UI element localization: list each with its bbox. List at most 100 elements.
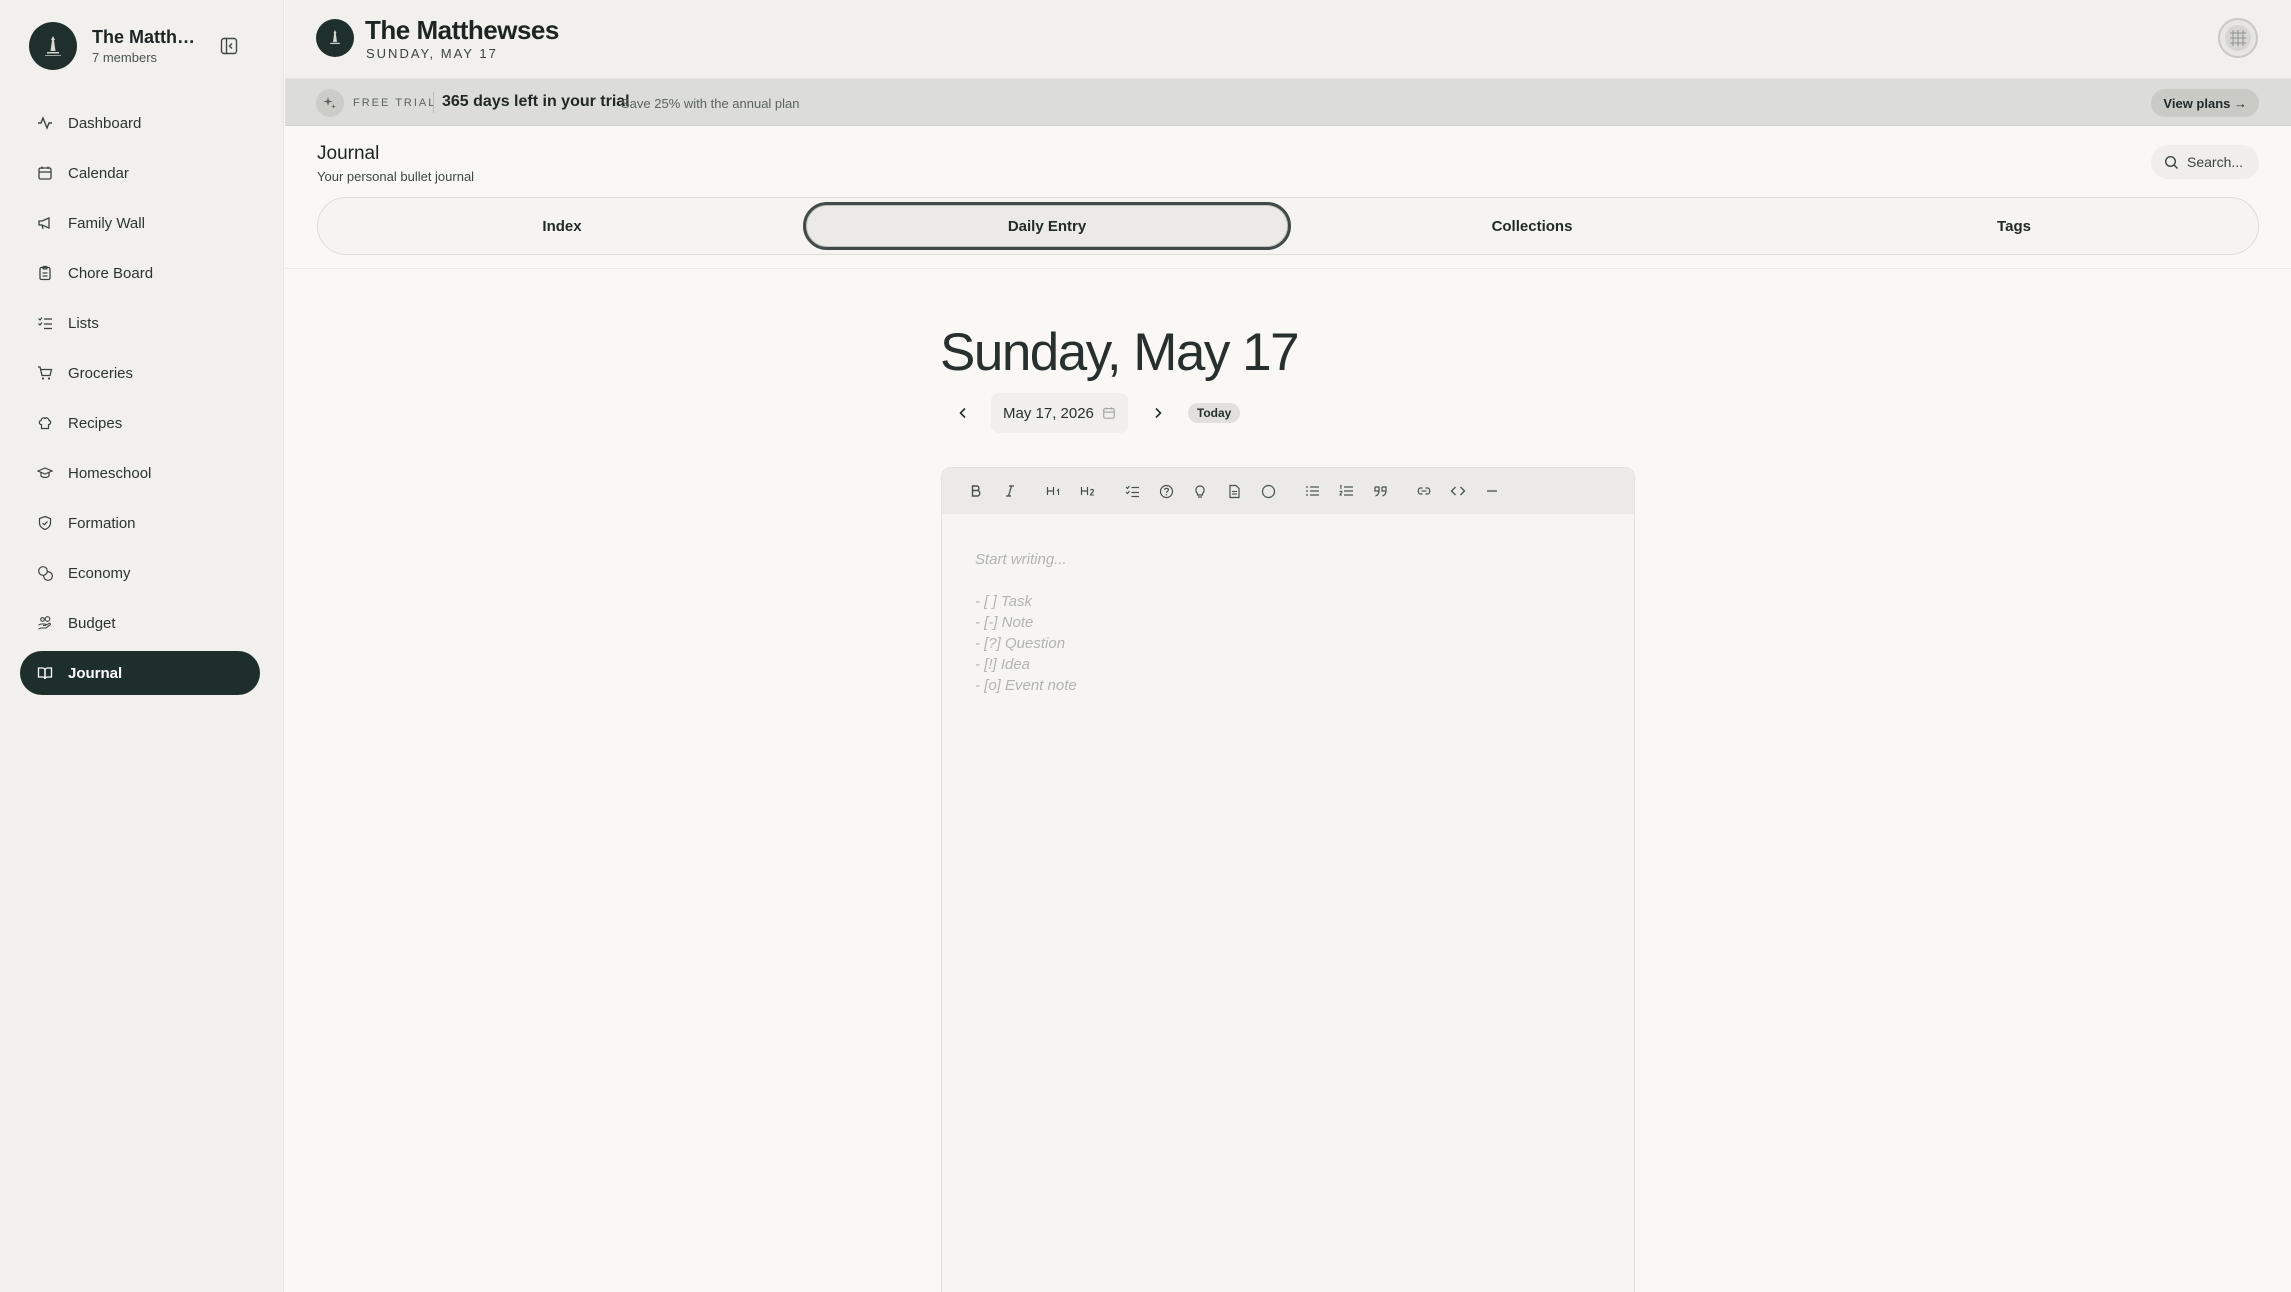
search-button[interactable]: Search... (2151, 145, 2259, 179)
hand-coins-icon (36, 614, 54, 632)
quote-icon (1373, 486, 1387, 497)
journal-tabs: Index Daily Entry Collections Tags (317, 197, 2259, 255)
sidebar-item-chore-board[interactable]: Chore Board (20, 251, 260, 295)
sidebar-item-journal[interactable]: Journal (20, 651, 260, 695)
coins-icon (36, 564, 54, 582)
sidebar-item-label: Economy (68, 564, 131, 582)
current-date: SUNDAY, MAY 17 (366, 46, 498, 61)
divider-button[interactable] (1475, 474, 1509, 508)
clipboard-icon (36, 264, 54, 282)
italic-icon (1006, 485, 1014, 497)
sidebar-item-recipes[interactable]: Recipes (20, 401, 260, 445)
trial-tag: FREE TRIAL (353, 97, 437, 109)
help-circle-icon (1159, 484, 1173, 498)
megaphone-icon (36, 214, 54, 232)
code-button[interactable] (1441, 474, 1475, 508)
event-button[interactable] (1251, 474, 1285, 508)
tab-daily-entry[interactable]: Daily Entry (803, 202, 1291, 250)
view-plans-button[interactable]: View plans → (2151, 89, 2259, 117)
today-button[interactable]: Today (1187, 403, 1241, 423)
sidebar-item-calendar[interactable]: Calendar (20, 151, 260, 195)
sidebar-item-dashboard[interactable]: Dashboard (20, 101, 260, 145)
divider (285, 268, 2291, 269)
collapse-sidebar-button[interactable] (218, 35, 240, 57)
heading-2-button[interactable] (1071, 474, 1105, 508)
italic-button[interactable] (993, 474, 1027, 508)
heading-1-icon (1046, 487, 1060, 495)
bullet-list-button[interactable] (1295, 474, 1329, 508)
heading-1-button[interactable] (1037, 474, 1071, 508)
file-text-icon (1228, 484, 1240, 498)
sidebar-item-economy[interactable]: Economy (20, 551, 260, 595)
bold-button[interactable] (959, 474, 993, 508)
list-checks-icon (36, 314, 54, 332)
avatar-pattern-icon (2225, 25, 2251, 51)
date-navigation: May 17, 2026 Today (947, 393, 1241, 433)
page-title: The Matthewses (365, 15, 559, 45)
question-button[interactable] (1149, 474, 1183, 508)
sidebar-item-label: Lists (68, 314, 99, 332)
sparkle-icon (316, 89, 344, 117)
chevron-right-icon (1155, 407, 1162, 419)
date-value: May 17, 2026 (1003, 404, 1094, 422)
sidebar-item-budget[interactable]: Budget (20, 601, 260, 645)
top-header: The Matthewses SUNDAY, MAY 17 (285, 0, 2291, 79)
user-avatar[interactable] (2218, 18, 2258, 58)
sidebar-item-homeschool[interactable]: Homeschool (20, 451, 260, 495)
link-icon (1417, 487, 1431, 495)
bold-icon (971, 485, 981, 497)
link-button[interactable] (1407, 474, 1441, 508)
tab-tags[interactable]: Tags (1773, 202, 2255, 250)
next-day-button[interactable] (1142, 397, 1174, 429)
lighthouse-logo-icon (45, 36, 61, 56)
editor-placeholder: Start writing... - [ ] Task - [-] Note -… (975, 549, 1077, 696)
member-count: 7 members (92, 50, 158, 65)
tab-index[interactable]: Index (321, 202, 803, 250)
search-icon (2164, 155, 2178, 169)
placeholder-line: - [-] Note (975, 614, 1034, 631)
heading-2-icon (1080, 487, 1095, 496)
note-button[interactable] (1217, 474, 1251, 508)
cart-icon (36, 364, 54, 382)
sidebar-item-label: Formation (68, 514, 136, 532)
entry-heading: Sunday, May 17 (940, 323, 1300, 382)
family-avatar (316, 19, 354, 57)
trial-save-note: Save 25% with the annual plan (621, 96, 800, 111)
family-logo (29, 22, 77, 70)
family-name: The Matthe... (92, 27, 198, 47)
sidebar-item-label: Homeschool (68, 464, 152, 482)
list-checks-icon (1125, 485, 1139, 498)
sidebar-item-label: Dashboard (68, 114, 142, 132)
code-icon (1450, 486, 1466, 496)
task-list-button[interactable] (1115, 474, 1149, 508)
circle-icon (1261, 484, 1275, 498)
sidebar-item-groceries[interactable]: Groceries (20, 351, 260, 395)
placeholder-line: - [ ] Task (975, 593, 1032, 610)
idea-button[interactable] (1183, 474, 1217, 508)
date-picker[interactable]: May 17, 2026 (991, 393, 1128, 433)
sidebar-item-formation[interactable]: Formation (20, 501, 260, 545)
shield-icon (36, 514, 54, 532)
sidebar-item-label: Recipes (68, 414, 123, 432)
family-switcher[interactable]: The Matthe... 7 members (29, 22, 198, 70)
lighthouse-logo-icon (330, 30, 340, 44)
tab-collections[interactable]: Collections (1291, 202, 1773, 250)
numbered-list-button[interactable] (1329, 474, 1363, 508)
sidebar-item-lists[interactable]: Lists (20, 301, 260, 345)
quote-button[interactable] (1363, 474, 1397, 508)
placeholder-line: - [?] Question (975, 635, 1066, 652)
sidebar-item-label: Journal (68, 664, 123, 682)
divider (433, 92, 434, 113)
list-icon (1305, 486, 1319, 496)
sidebar-collapse-icon (220, 37, 238, 55)
sidebar-item-label: Groceries (68, 364, 134, 382)
previous-day-button[interactable] (947, 397, 979, 429)
calendar-icon (1103, 407, 1115, 419)
journal-editor[interactable]: Start writing... - [ ] Task - [-] Note -… (941, 467, 1635, 1292)
editor-toolbar (942, 468, 1634, 514)
placeholder-line: Start writing... (975, 551, 1067, 568)
sidebar-item-family-wall[interactable]: Family Wall (20, 201, 260, 245)
section-subtitle: Your personal bullet journal (317, 169, 475, 184)
graduation-cap-icon (36, 464, 54, 482)
placeholder-line: - [!] Idea (975, 656, 1031, 673)
